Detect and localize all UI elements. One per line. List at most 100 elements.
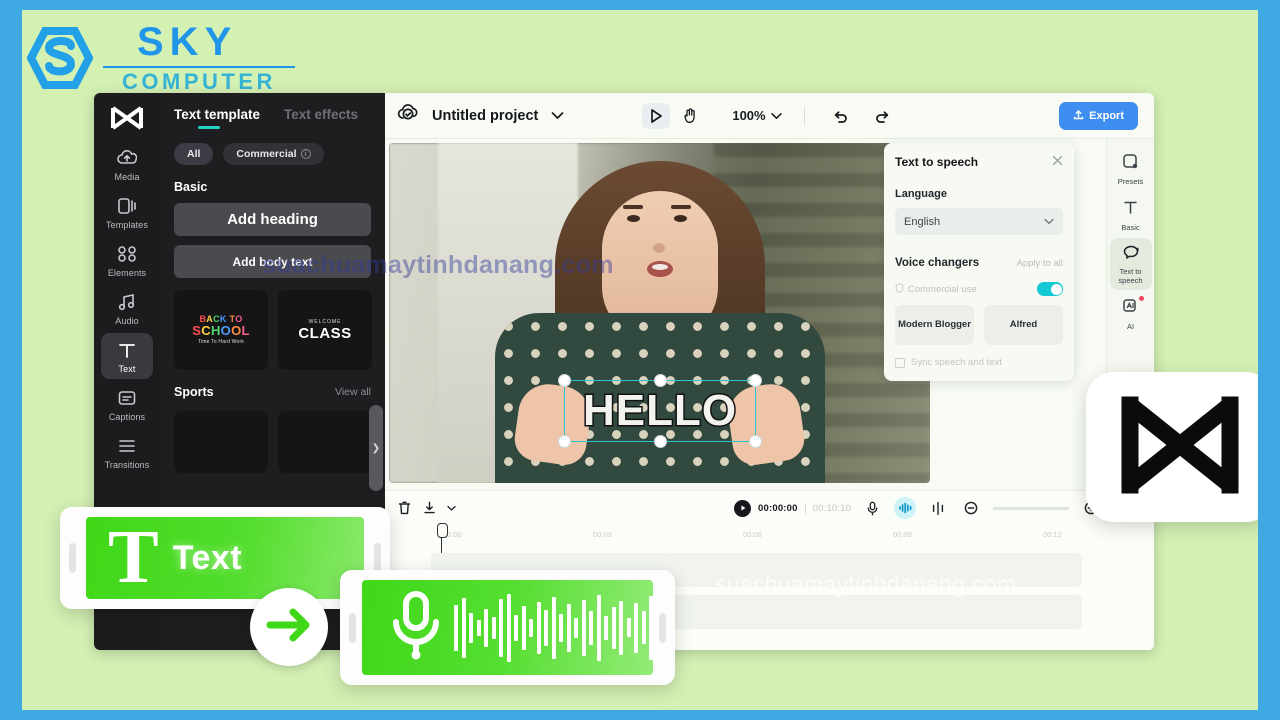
download-icon[interactable]: [422, 497, 437, 519]
sidebar-item-templates[interactable]: Templates: [101, 189, 153, 235]
capcut-logo-card: [1086, 372, 1258, 522]
editor-topbar: Untitled project 100% Export: [385, 93, 1154, 139]
template-thumbnail-back-to-school[interactable]: BACK TO SCHOOL Time To Hard Work: [174, 290, 268, 370]
text-card-label: Text: [172, 538, 243, 577]
proprail-item-basic[interactable]: Basic: [1110, 193, 1152, 237]
overlay-text: HELLO: [581, 385, 738, 437]
waveform-icon[interactable]: [894, 497, 917, 519]
trash-icon[interactable]: [397, 497, 412, 519]
presets-icon: [1122, 153, 1139, 175]
audio-feature-card: [340, 570, 675, 685]
chevron-down-icon: [770, 108, 782, 123]
resize-handle-top-left[interactable]: [558, 374, 571, 387]
zoom-control[interactable]: 100%: [732, 108, 782, 123]
apply-to-all-link[interactable]: Apply to all: [1017, 258, 1063, 269]
proprail-item-text-to-speech[interactable]: Text to speech: [1109, 238, 1152, 290]
proprail-item-label: Presets: [1117, 177, 1144, 186]
resize-handle-bottom-center[interactable]: [653, 435, 667, 448]
sidebar-item-audio[interactable]: Audio: [101, 285, 153, 331]
capcut-logo-icon: [111, 106, 143, 130]
sidebar-item-elements[interactable]: Elements: [101, 237, 153, 283]
zoom-out-icon[interactable]: [960, 497, 982, 519]
timeline-toolbar: 00:00:00 00:10:10: [385, 491, 1154, 525]
sidebar-item-transitions[interactable]: Transitions: [101, 429, 153, 475]
tab-text-template[interactable]: Text template: [174, 107, 260, 129]
sidebar-item-text[interactable]: Text: [101, 333, 153, 379]
text-to-speech-panel: Text to speech Language English Voice ch…: [884, 143, 1074, 381]
split-icon[interactable]: [927, 497, 949, 519]
timeline-zoom-slider[interactable]: [993, 506, 1070, 510]
commercial-use-toggle[interactable]: [1037, 282, 1063, 296]
editor-area: Untitled project 100% Export HELLO Text …: [385, 93, 1154, 650]
sidebar-item-label: Captions: [108, 412, 146, 422]
sidebar-item-captions[interactable]: Captions: [101, 381, 153, 427]
section-sports-header: Sports View all: [174, 385, 385, 399]
video-preview[interactable]: HELLO: [389, 143, 930, 483]
chip-commercial[interactable]: Commercial i: [223, 143, 324, 165]
hand-pan-icon[interactable]: [676, 103, 704, 129]
ai-sparkle-icon: [1122, 298, 1139, 320]
text-selection-box[interactable]: HELLO: [558, 374, 762, 448]
resize-handle-top-right[interactable]: [749, 374, 762, 387]
undo-icon[interactable]: [827, 103, 855, 129]
sidebar-item-label: Templates: [106, 220, 148, 230]
brand-name-top: SKY: [137, 20, 238, 64]
play-icon[interactable]: [734, 499, 751, 517]
chevron-right-icon[interactable]: ❯: [369, 405, 383, 491]
commercial-use-label: Commercial use: [908, 283, 977, 295]
project-name[interactable]: Untitled project: [432, 108, 538, 124]
microphone-icon[interactable]: [861, 497, 883, 519]
toolbar-divider: [803, 106, 805, 125]
resize-handle-bottom-left[interactable]: [558, 435, 571, 448]
sidebar-item-label: Media: [114, 172, 140, 182]
text-card-body: T Text: [86, 517, 364, 599]
thumbnail-line-3: Time To Hard Work: [197, 338, 245, 345]
next-arrow-button[interactable]: [250, 588, 328, 666]
resize-handle-top-center[interactable]: [653, 374, 667, 387]
close-icon[interactable]: [1052, 155, 1063, 169]
audio-waveform: [454, 592, 653, 664]
language-value: English: [904, 215, 941, 228]
add-heading-button[interactable]: Add heading: [174, 203, 371, 236]
text-t-icon: [117, 340, 137, 360]
proprail-item-presets[interactable]: Presets: [1110, 147, 1152, 191]
section-title: Basic: [174, 180, 208, 194]
language-select[interactable]: English: [895, 208, 1063, 235]
music-note-icon: [117, 292, 137, 312]
template-thumbnail-sports-1[interactable]: [174, 411, 268, 473]
thumbnail-big-text: CLASS: [298, 324, 352, 342]
chip-all[interactable]: All: [174, 143, 214, 165]
playback-timecode: 00:00:00 00:10:10: [734, 499, 851, 517]
ruler-tick: 00:12: [1043, 530, 1062, 539]
voice-option-modern-blogger[interactable]: Modern Blogger: [895, 305, 974, 345]
capcut-logo-icon: [1118, 393, 1242, 502]
redo-icon[interactable]: [869, 103, 897, 129]
proprail-item-ai[interactable]: AI: [1110, 292, 1152, 336]
chevron-down-icon[interactable]: [447, 497, 456, 519]
template-thumbnail-class[interactable]: WELCOME CLASS: [278, 290, 372, 370]
ruler-tick: 00:06: [743, 530, 762, 539]
cloud-upload-icon: [117, 148, 137, 168]
sky-hexagon-s-logo-icon: [27, 26, 93, 89]
sync-speech-row[interactable]: Sync speech and text: [895, 357, 1063, 368]
add-body-text-button[interactable]: Add body text: [174, 245, 371, 278]
view-all-link[interactable]: View all: [335, 386, 371, 398]
speech-bubble-icon: [1122, 244, 1140, 265]
voice-option-alfred[interactable]: Alfred: [984, 305, 1063, 345]
thumbnail-line-2: SCHOOL: [192, 323, 250, 339]
transitions-icon: [117, 436, 137, 456]
export-button[interactable]: Export: [1059, 101, 1138, 130]
sidebar-item-media[interactable]: Media: [101, 141, 153, 187]
resize-handle-bottom-right[interactable]: [749, 435, 762, 448]
chevron-down-icon[interactable]: [551, 107, 564, 125]
timeline-ruler[interactable]: 00:00 00:03 00:06 00:09 00:12: [385, 523, 1154, 641]
tab-text-effects[interactable]: Text effects: [284, 107, 358, 129]
current-time: 00:00:00: [758, 502, 798, 514]
tts-header: Text to speech: [895, 155, 1063, 169]
notification-badge: [1138, 295, 1144, 301]
card-grip-left: [349, 612, 356, 643]
template-thumbnail-sports-2[interactable]: [278, 411, 372, 473]
zoom-level: 100%: [732, 108, 766, 123]
select-arrow-icon[interactable]: [642, 102, 671, 129]
sync-checkbox[interactable]: [895, 357, 905, 368]
